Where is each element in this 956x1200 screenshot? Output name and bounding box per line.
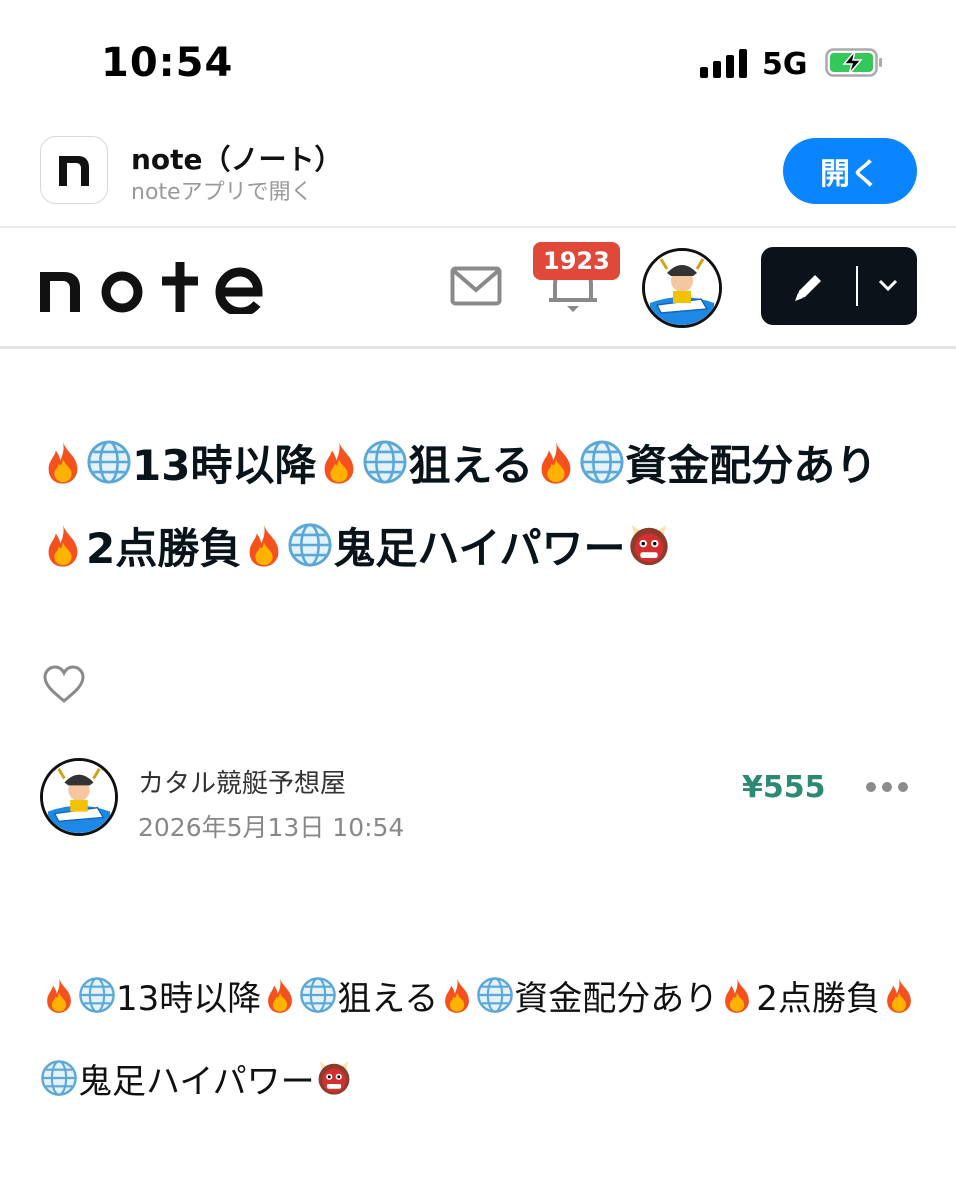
post-button[interactable] — [761, 247, 917, 325]
fire-emoji-icon — [40, 441, 86, 490]
fire-emoji-icon — [40, 978, 78, 1019]
fire-emoji-icon — [40, 524, 86, 573]
oni-emoji-icon — [626, 524, 672, 573]
fire-emoji-icon — [316, 441, 362, 490]
globe-emoji-icon — [476, 977, 514, 1019]
globe-emoji-icon — [78, 977, 116, 1019]
note-app-icon[interactable] — [40, 136, 108, 204]
signal-bars-icon — [700, 48, 747, 78]
app-name: note（ノート） — [131, 143, 343, 176]
article-title: 13時以降 狙える 資金配分あり2点勝負 鬼足ハイパワー — [40, 424, 920, 590]
fire-emoji-icon — [718, 978, 756, 1019]
fire-emoji-icon — [261, 978, 299, 1019]
post-date: 2026年5月13日 10:54 — [138, 813, 405, 842]
notification-badge: 1923 — [533, 242, 620, 280]
oni-emoji-icon — [315, 1061, 353, 1102]
fire-emoji-icon — [533, 441, 579, 490]
globe-emoji-icon — [579, 440, 625, 490]
status-time: 10:54 — [101, 40, 234, 86]
globe-emoji-icon — [362, 440, 408, 490]
article-body: 13時以降 狙える 資金配分あり 2点勝負鬼足ハイパワー — [40, 958, 930, 1124]
globe-emoji-icon — [86, 440, 132, 490]
fire-emoji-icon — [438, 978, 476, 1019]
price-label: ¥555 — [742, 770, 826, 805]
post-button-divider — [856, 266, 858, 306]
fire-emoji-icon — [880, 978, 918, 1019]
note-logo[interactable] — [38, 258, 282, 314]
like-heart-icon[interactable] — [42, 664, 86, 704]
pencil-icon — [795, 275, 821, 301]
author-name[interactable]: カタル競艇予想屋 — [138, 763, 346, 800]
more-options-icon[interactable] — [866, 782, 908, 792]
user-avatar[interactable] — [642, 248, 722, 328]
fire-emoji-icon — [241, 524, 287, 573]
globe-emoji-icon — [40, 1060, 78, 1102]
globe-emoji-icon — [299, 977, 337, 1019]
mail-icon[interactable] — [450, 266, 502, 306]
open-app-button[interactable]: 開く — [783, 138, 917, 204]
app-subtitle: noteアプリで開く — [131, 180, 313, 205]
chevron-down-icon[interactable] — [877, 277, 899, 293]
author-avatar[interactable] — [40, 758, 118, 836]
battery-charging-icon — [825, 48, 882, 77]
globe-emoji-icon — [287, 523, 333, 573]
network-type: 5G — [762, 47, 808, 82]
